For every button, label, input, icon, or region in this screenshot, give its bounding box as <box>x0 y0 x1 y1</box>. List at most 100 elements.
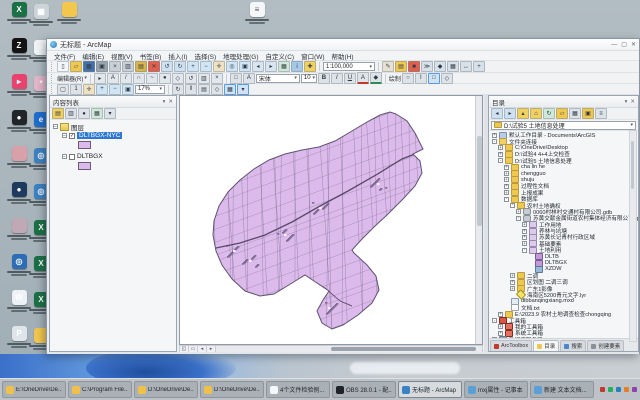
menu-item[interactable]: 文件(F) <box>51 51 78 61</box>
pin-icon[interactable]: ▾ <box>625 99 628 105</box>
font-size-combo[interactable]: 10▾ <box>301 74 317 83</box>
toc-layer-item[interactable]: − ✓ DLTBGX-NYC <box>50 131 176 140</box>
toc-options[interactable]: ▾ <box>104 108 116 119</box>
catalog-scrollbar[interactable] <box>629 130 637 342</box>
edit-tool[interactable]: ▸ <box>94 73 106 84</box>
tray-icon[interactable] <box>624 387 629 392</box>
catalog-window[interactable]: ▤ <box>395 61 407 72</box>
cut[interactable]: × <box>109 61 121 72</box>
toc-root-item[interactable]: − 图层 <box>50 122 176 131</box>
zoom-whole-page[interactable]: ▢ <box>57 84 69 95</box>
add-data[interactable]: ✚ <box>304 61 316 72</box>
edit-annotation[interactable]: A <box>107 73 119 84</box>
back-extent[interactable]: ◂ <box>252 61 264 72</box>
catalog-tree-item[interactable]: - 数据库服务器 <box>489 337 638 339</box>
attribute-table[interactable]: ▦ <box>447 61 459 72</box>
list-by-source[interactable]: ▥ <box>65 108 77 119</box>
toolbar-options[interactable]: ▾ <box>237 84 249 95</box>
go-to-xy[interactable]: + <box>473 61 485 72</box>
taskbar-notepad-1[interactable]: mxj属性 - 记事本 <box>464 381 528 398</box>
taskbar-arcmap[interactable]: 无标题 - ArcMap <box>398 381 462 398</box>
list-by-selection[interactable]: ▦ <box>91 108 103 119</box>
catalog-options[interactable]: ≡ <box>595 108 607 119</box>
menu-item[interactable]: 窗口(W) <box>298 51 327 61</box>
scrollbar-thumb[interactable] <box>331 347 476 351</box>
zoom-out-layout[interactable]: − <box>109 84 121 95</box>
layout-zoom-combo[interactable]: 17%▾ <box>135 85 165 94</box>
layer-symbol-swatch[interactable] <box>78 162 91 170</box>
close-icon[interactable]: ✕ <box>630 99 635 105</box>
paste[interactable]: ▤ <box>135 61 147 72</box>
pin-icon[interactable]: ▾ <box>163 99 166 105</box>
python-window[interactable]: ≫ <box>421 61 433 72</box>
fixed-zoom-layout[interactable]: ▣ <box>122 84 134 95</box>
tray-icon[interactable] <box>632 387 637 392</box>
print[interactable]: ▣ <box>96 61 108 72</box>
line-color-button[interactable]: ◆ <box>370 72 382 84</box>
zoom-in[interactable]: + <box>187 61 199 72</box>
taskbar-folder-2[interactable]: C:\Program File... <box>68 381 132 398</box>
zoom-out[interactable]: − <box>200 61 212 72</box>
menu-item[interactable]: 视图(V) <box>108 51 136 61</box>
taskbar-obs[interactable]: OBS 28.0.1 - 配... <box>332 381 396 398</box>
forward[interactable]: ▸ <box>504 108 516 119</box>
close-button[interactable]: ✕ <box>631 40 636 50</box>
menu-item[interactable]: 书签(B) <box>137 51 165 61</box>
trace-tool[interactable]: ~ <box>146 73 158 84</box>
pan[interactable]: ✛ <box>213 61 225 72</box>
tab-search[interactable]: 搜索 <box>560 340 586 351</box>
menu-item[interactable]: 地理处理(G) <box>220 51 261 61</box>
menu-item[interactable]: 自定义(C) <box>263 51 298 61</box>
refresh[interactable]: ↻ <box>543 108 555 119</box>
home[interactable]: ⌂ <box>530 108 542 119</box>
toc-symbol-row[interactable] <box>50 161 176 170</box>
snapping-toggle[interactable]: ◇ <box>211 84 223 95</box>
close-icon[interactable]: ✕ <box>168 99 173 105</box>
italic-button[interactable]: I <box>331 73 343 84</box>
save[interactable]: ▦ <box>83 61 95 72</box>
map-scale-combo[interactable]: 1:100,000▾ <box>323 62 375 71</box>
font-color-button[interactable]: A <box>357 72 369 84</box>
draw-rectangle[interactable]: □ <box>428 73 440 84</box>
point-tool[interactable]: ● <box>159 73 171 84</box>
text-tool-button[interactable]: A <box>243 73 255 84</box>
new-document[interactable]: ▯ <box>57 61 69 72</box>
reshape-feature[interactable]: ↺ <box>185 73 197 84</box>
layer-checkbox[interactable] <box>69 154 75 160</box>
zoom-in-layout[interactable]: + <box>96 84 108 95</box>
tab-catalog[interactable]: 目录 <box>533 340 559 351</box>
redo[interactable]: ↻ <box>174 61 186 72</box>
taskbar-folder-4[interactable]: D:\OneDrive\De... <box>200 381 264 398</box>
draw-circle[interactable]: ○ <box>402 73 414 84</box>
toggle-contents-panel[interactable]: ▦ <box>569 108 581 119</box>
taskbar-file-checker[interactable]: 4个文件检验例... <box>266 381 330 398</box>
zoom-100[interactable]: 1 <box>70 84 82 95</box>
fixed-zoom-in[interactable]: ▣ <box>239 61 251 72</box>
connect-to-folder[interactable]: ▱ <box>556 108 568 119</box>
arc-segment[interactable]: ∩ <box>133 73 145 84</box>
forward-extent[interactable]: ▸ <box>265 61 277 72</box>
tab-arctoolbox[interactable]: ArcToolbox <box>490 340 532 351</box>
menu-item[interactable]: 帮助(H) <box>329 51 357 61</box>
taskbar-folder-3[interactable]: D:\OneDrive\De... <box>134 381 198 398</box>
toc-symbol-row[interactable] <box>50 140 176 149</box>
menu-item[interactable]: 选择(S) <box>191 51 219 61</box>
cut-polygons[interactable]: ▥ <box>198 73 210 84</box>
editor-menu-label[interactable]: 编辑器(R) <box>57 74 83 83</box>
taskbar-notepad-2[interactable]: 新建 文本文档... <box>530 381 594 398</box>
tray-icon[interactable] <box>616 387 621 392</box>
toc-layer-item[interactable]: − DLTBGX <box>50 152 176 161</box>
taskbar-folder-1[interactable]: E:\OneDrive\De... <box>2 381 66 398</box>
tray-icon[interactable] <box>608 387 613 392</box>
editor-toolbar-toggle[interactable]: ✎ <box>382 61 394 72</box>
draw-polygon[interactable]: ◇ <box>441 73 453 84</box>
shape-tool-button[interactable]: □ <box>230 73 242 84</box>
font-name-combo[interactable]: 宋体▾ <box>256 74 300 83</box>
desktop-icon-recover-file[interactable]: ≡ <box>240 2 274 24</box>
straight-segment[interactable]: / <box>120 73 132 84</box>
draw-line[interactable]: I <box>415 73 427 84</box>
menu-item[interactable]: 插入(I) <box>165 51 190 61</box>
split-tool[interactable]: × <box>211 73 223 84</box>
refresh-view[interactable]: ↻ <box>172 84 184 95</box>
back[interactable]: ◂ <box>491 108 503 119</box>
